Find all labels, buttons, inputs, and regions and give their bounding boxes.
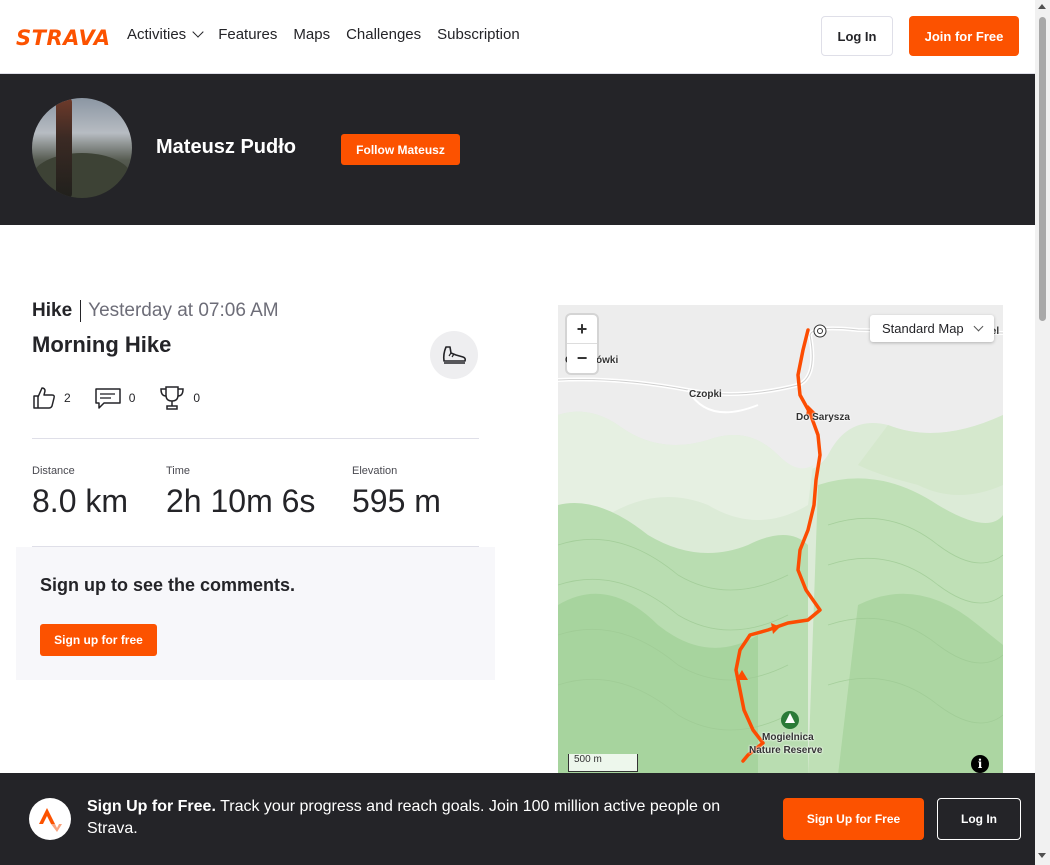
thumbs-up-icon [33, 387, 55, 409]
top-nav: STRAVA Activities Features Maps Challeng… [0, 0, 1035, 74]
trophy-icon [160, 386, 185, 410]
chevron-down-icon [973, 321, 984, 332]
chevron-down-icon [192, 26, 204, 38]
stat-value: 595 m [352, 483, 441, 519]
comments-signup-title: Sign up to see the comments. [40, 575, 296, 595]
activity-date: Yesterday at 07:06 AM [88, 300, 279, 321]
join-button[interactable]: Join for Free [909, 16, 1019, 56]
achievements[interactable]: 0 [159, 385, 200, 411]
nav-links: Activities Features Maps Challenges Subs… [127, 26, 536, 43]
map-label: Czopki [689, 389, 722, 400]
kudos[interactable]: 2 [32, 386, 71, 410]
social-stats: 2 0 0 [32, 385, 224, 411]
zoom-in-button[interactable]: + [567, 315, 597, 344]
banner-login-button[interactable]: Log In [937, 798, 1021, 840]
page-scrollbar[interactable] [1035, 0, 1050, 865]
nav-activities[interactable]: Activities [127, 26, 204, 43]
stat-label: Distance [32, 465, 75, 477]
stat-value: 8.0 km [32, 483, 129, 519]
activity-type: Hike [32, 300, 82, 322]
info-icon[interactable]: i [971, 755, 989, 773]
avatar-figure [56, 98, 72, 198]
nav-maps[interactable]: Maps [293, 26, 330, 43]
comments-signup-box: Sign up to see the comments. Sign up for… [16, 547, 495, 680]
stat-label: Elevation [352, 465, 398, 477]
comments[interactable]: 0 [94, 386, 136, 410]
nav-challenges[interactable]: Challenges [346, 26, 421, 43]
stat-elevation: Elevation 595 m [352, 465, 441, 520]
scroll-up-arrow-icon[interactable] [1038, 4, 1046, 9]
nav-subscription[interactable]: Subscription [437, 26, 520, 43]
stat-distance: Distance 8.0 km [32, 465, 128, 520]
login-button[interactable]: Log In [821, 16, 893, 56]
map-terrain [558, 305, 1003, 775]
map-label: ówki [596, 355, 619, 366]
zoom-controls: + − [567, 315, 597, 373]
athlete-name[interactable]: Mateusz Pudło [156, 136, 296, 159]
stat-time: Time 2h 10m 6s [166, 465, 315, 520]
strava-chevron-icon [39, 808, 62, 832]
shoe-icon [442, 346, 467, 364]
athlete-header: Mateusz Pudło Follow Mateusz [0, 74, 1035, 225]
follow-button[interactable]: Follow Mateusz [341, 134, 460, 165]
strava-logo[interactable]: STRAVA [16, 26, 111, 50]
map-style-select[interactable]: Standard Map [870, 315, 994, 342]
stat-value: 2h 10m 6s [166, 483, 316, 519]
scroll-down-arrow-icon[interactable] [1038, 853, 1046, 858]
nav-activities-label: Activities [127, 26, 187, 43]
nav-features[interactable]: Features [218, 26, 277, 43]
zoom-out-button[interactable]: − [567, 344, 597, 373]
map-scale: 500 m [568, 754, 638, 772]
activity-header: Hike Yesterday at 07:06 AM [32, 300, 279, 322]
map-style-label: Standard Map [882, 321, 964, 336]
avatar-hill [32, 153, 132, 198]
map-label: Nature Reserve [749, 745, 823, 756]
activity-map[interactable]: Czopki Do Sarysza Mogielnica Nature Rese… [558, 305, 1003, 775]
strava-logo-icon [29, 798, 71, 840]
banner-signup-button[interactable]: Sign Up for Free [783, 798, 924, 840]
comments-count: 0 [128, 391, 136, 405]
signup-banner: Sign Up for Free. Track your progress an… [0, 773, 1035, 865]
comment-icon [94, 388, 121, 409]
scroll-thumb[interactable] [1039, 17, 1046, 321]
stat-label: Time [166, 465, 191, 477]
gear-shoe-button[interactable] [430, 331, 478, 379]
banner-bold: Sign Up for Free. [87, 798, 216, 815]
achievements-count: 0 [193, 391, 201, 405]
map-label: Mogielnica [762, 732, 814, 743]
divider [32, 438, 479, 439]
activity-title: Morning Hike [32, 332, 172, 357]
signup-comments-button[interactable]: Sign up for free [40, 624, 157, 656]
banner-text: Sign Up for Free. Track your progress an… [87, 796, 757, 840]
map-label: Do Sarysza [796, 412, 850, 423]
avatar[interactable] [32, 98, 132, 198]
kudos-count: 2 [64, 391, 71, 405]
